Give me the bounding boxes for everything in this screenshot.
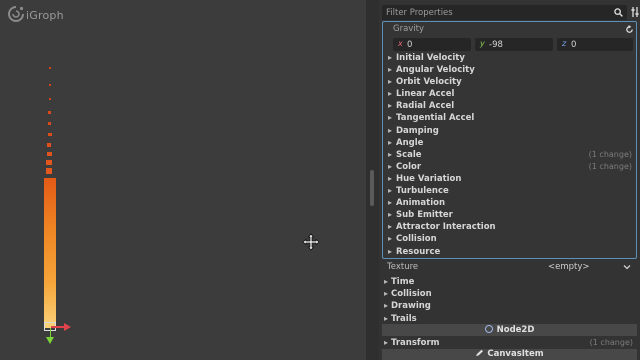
chevron-right-icon: ▸	[388, 77, 393, 87]
texture-property-row[interactable]: Texture <empty>	[382, 262, 637, 274]
chevron-right-icon: ▸	[388, 137, 393, 147]
texture-label: Texture	[387, 262, 419, 272]
group-damping[interactable]: ▸ Damping	[383, 125, 636, 137]
chevron-right-icon: ▸	[384, 338, 389, 347]
group-attractor-interaction[interactable]: ▸ Attractor Interaction	[383, 221, 636, 233]
particle-trail	[44, 178, 56, 328]
y-axis-label: y	[480, 39, 485, 48]
group-orbit-velocity[interactable]: ▸ Orbit Velocity	[383, 76, 636, 88]
splitter-grip[interactable]	[370, 170, 374, 206]
group-linear-accel[interactable]: ▸ Linear Accel	[383, 88, 636, 100]
chevron-right-icon: ▸	[388, 186, 393, 196]
panel-splitter[interactable]	[366, 0, 379, 360]
chevron-right-icon: ▸	[388, 125, 393, 135]
move-cursor-icon	[302, 233, 320, 251]
canvasitem-label: CanvasItem	[487, 349, 544, 359]
gravity-row: Gravity	[393, 24, 634, 36]
group-resource[interactable]: ▸ Resource	[383, 246, 636, 258]
gravity-z-input[interactable]	[571, 38, 631, 51]
process-material-group-list: ▸ Initial Velocity ▸ Angular Velocity ▸ Orb…	[383, 52, 636, 258]
chevron-right-icon: ▸	[388, 113, 393, 123]
x-axis-arrow-icon[interactable]	[64, 323, 71, 331]
particles-section-list: ▸ Time ▸ Collision ▸ Drawing ▸ Trails	[382, 276, 637, 325]
group-animation[interactable]: ▸ Animation	[383, 197, 636, 209]
change-count: (1 change)	[589, 338, 633, 347]
gravity-label: Gravity	[393, 24, 425, 34]
chevron-right-icon: ▸	[388, 210, 393, 220]
group-angular-velocity[interactable]: ▸ Angular Velocity	[383, 64, 636, 76]
chevron-right-icon: ▸	[388, 161, 393, 171]
gravity-y-field[interactable]: y	[475, 38, 553, 51]
particle	[49, 98, 51, 100]
chevron-right-icon: ▸	[388, 222, 393, 232]
chevron-right-icon: ▸	[388, 53, 393, 62]
z-axis-label: z	[562, 39, 567, 48]
node2d-category-header: Node2D	[382, 324, 637, 336]
group-initial-velocity[interactable]: ▸ Initial Velocity	[383, 52, 636, 64]
inspector-panel: Gravity x y z ▸Initial Velocity ▸Angular…	[379, 0, 640, 360]
particle	[49, 67, 51, 69]
node2d-label: Node2D	[496, 325, 535, 335]
logo-text: iGroph	[26, 9, 64, 22]
canvasitem-category-header: CanvasItem	[382, 349, 637, 360]
chevron-right-icon: ▸	[384, 301, 389, 311]
change-count: (1 change)	[588, 161, 632, 171]
logo-swirl-icon	[8, 6, 24, 22]
chevron-right-icon: ▸	[388, 234, 393, 244]
chevron-right-icon: ▸	[384, 313, 389, 323]
particle	[48, 133, 52, 136]
chevron-right-icon: ▸	[388, 149, 393, 159]
group-color[interactable]: ▸ Color (1 change)	[383, 161, 636, 173]
x-axis-label: x	[398, 39, 403, 48]
chevron-right-icon: ▸	[384, 277, 389, 286]
inspector-options-icon[interactable]	[631, 5, 640, 19]
group-tangential-accel[interactable]: ▸ Tangential Accel	[383, 112, 636, 124]
y-axis-arrow-icon[interactable]	[46, 337, 54, 344]
group-collision[interactable]: ▸ Collision	[383, 233, 636, 245]
node2d-icon	[484, 325, 493, 333]
pencil-icon	[476, 349, 484, 356]
group-sub-emitter[interactable]: ▸ Sub Emitter	[383, 209, 636, 221]
x-axis-gizmo[interactable]	[51, 326, 65, 328]
change-count: (1 change)	[588, 149, 632, 159]
filter-properties-input[interactable]	[382, 5, 616, 20]
chevron-right-icon: ▸	[388, 101, 393, 111]
particle	[48, 111, 51, 114]
chevron-right-icon: ▸	[388, 89, 393, 99]
group-turbulence[interactable]: ▸ Turbulence	[383, 185, 636, 197]
gravity-x-field[interactable]: x	[393, 38, 471, 51]
particle	[49, 84, 51, 86]
revert-icon[interactable]	[625, 25, 634, 34]
particle	[47, 152, 52, 156]
particle	[47, 143, 51, 147]
app-logo: iGroph	[7, 5, 77, 23]
search-icon[interactable]	[614, 8, 623, 17]
process-material-panel: Gravity x y z ▸Initial Velocity ▸Angular…	[382, 21, 637, 259]
transform-label: Transform	[391, 338, 440, 348]
particle	[46, 168, 52, 174]
group-angle[interactable]: ▸ Angle	[383, 137, 636, 149]
gravity-z-field[interactable]: z	[557, 38, 633, 51]
section-time[interactable]: ▸ Time	[382, 276, 637, 288]
group-scale[interactable]: ▸ Scale (1 change)	[383, 149, 636, 161]
chevron-right-icon: ▸	[384, 289, 389, 299]
particle	[46, 160, 52, 165]
group-hue-variation[interactable]: ▸ Hue Variation	[383, 173, 636, 185]
filter-properties-bar	[382, 5, 627, 20]
scene-viewport[interactable]: iGroph	[0, 0, 366, 360]
chevron-right-icon: ▸	[388, 198, 393, 208]
group-radial-accel[interactable]: ▸ Radial Accel	[383, 100, 636, 112]
section-drawing[interactable]: ▸ Drawing	[382, 300, 637, 312]
chevron-right-icon: ▸	[388, 65, 393, 75]
chevron-right-icon: ▸	[388, 173, 393, 183]
chevron-right-icon: ▸	[388, 246, 393, 256]
section-transform[interactable]: ▸ Transform (1 change)	[382, 337, 637, 349]
chevron-down-icon[interactable]	[623, 263, 631, 271]
particle	[48, 122, 51, 125]
section-trails[interactable]: ▸ Trails	[382, 313, 637, 325]
gravity-x-input[interactable]	[407, 38, 467, 51]
section-collision[interactable]: ▸ Collision	[382, 288, 637, 300]
gravity-y-input[interactable]	[489, 38, 549, 51]
texture-value[interactable]: <empty>	[548, 262, 590, 272]
